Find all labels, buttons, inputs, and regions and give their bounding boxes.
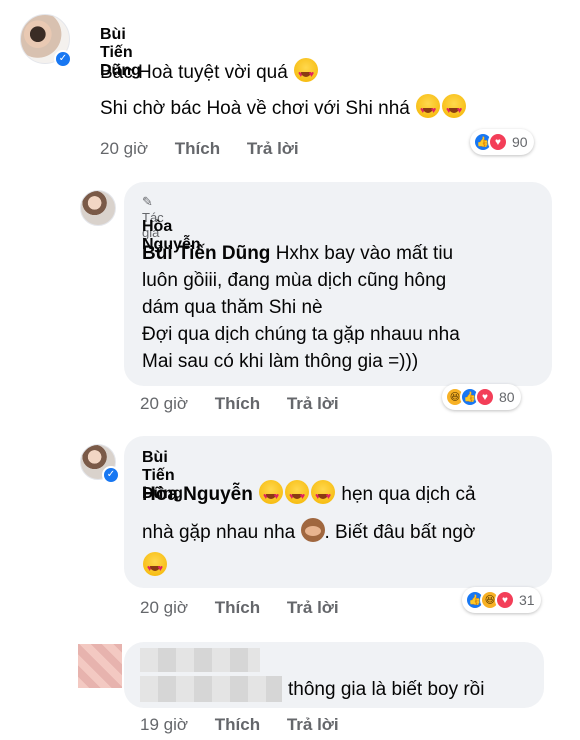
heart-eyes-emoji-icon [311,480,336,510]
like-button[interactable]: Thích [215,394,260,413]
timestamp[interactable]: 20 giờ [140,394,188,413]
comment-meta: 19 giờ Thích Trả lời [140,715,361,735]
comment-line: dám qua thăm Shi nè [142,297,323,318]
love-icon: ♥ [495,590,515,610]
comment-line: thông gia là biết boy rồi [288,679,485,700]
pencil-icon: ✎ [142,194,153,209]
comment-line: Đợi qua dịch chúng ta gặp nhauu nha [142,324,460,345]
comment-line: luôn gồiii, đang mùa dịch cũng hông [142,270,447,291]
reply-button[interactable]: Trả lời [287,394,339,413]
comment-line: Hòa Nguyễn hẹn qua dịch cả [142,480,476,510]
timestamp[interactable]: 20 giờ [100,139,148,158]
see-no-evil-monkey-icon [300,518,325,542]
comment-line: Bùi Tiến Dũng Hxhx bay vào mất tiu [142,243,454,264]
heart-eyes-emoji-icon [259,480,284,510]
verified-icon: ✓ [102,466,120,484]
love-icon: ♥ [475,387,495,407]
comment-line [142,552,168,582]
heart-eyes-emoji-icon [294,58,319,88]
comment-meta: 20 giờ Thích Trả lời [140,598,361,618]
comment-line: nhà gặp nhau nha . Biết đâu bất ngờ [142,518,475,546]
comment-line: Shi chờ bác Hoà về chơi với Shi nhá [100,94,467,124]
heart-eyes-emoji-icon [143,552,167,582]
comment-meta: 20 giờ Thích Trả lời [140,394,361,414]
reply-button[interactable]: Trả lời [287,598,339,617]
timestamp[interactable]: 19 giờ [140,715,188,734]
timestamp[interactable]: 20 giờ [140,598,188,617]
mention-link[interactable]: Hòa Nguyễn [142,484,253,505]
blurred-text [140,676,282,702]
reaction-count: 80 [499,389,515,405]
like-button[interactable]: Thích [175,139,220,158]
reaction-summary[interactable]: 👍 ♥ 90 [470,129,534,155]
avatar[interactable] [80,190,116,226]
comment-line: Bác Hoà tuyệt vời quá [100,58,319,88]
reaction-count: 31 [519,592,535,608]
mention-link[interactable]: Bùi Tiến Dũng [142,243,270,264]
comment-meta: 20 giờ Thích Trả lời [100,139,321,159]
reply-button[interactable]: Trả lời [247,139,299,158]
blurred-author-name [140,648,260,672]
heart-eyes-emoji-icon [285,480,310,510]
blurred-avatar [78,644,122,688]
comment-bubble [124,436,552,588]
heart-eyes-emoji-icon [442,94,467,124]
reaction-count: 90 [512,134,528,150]
comment-line: Mai sau có khi làm thông gia =))) [142,351,419,372]
heart-eyes-emoji-icon [416,94,441,124]
reaction-summary[interactable]: 👍 😆 ♥ 31 [462,587,541,613]
verified-icon: ✓ [54,50,72,68]
love-icon: ♥ [488,132,508,152]
reaction-summary[interactable]: 😆 👍 ♥ 80 [442,384,521,410]
like-button[interactable]: Thích [215,598,260,617]
reply-button[interactable]: Trả lời [287,715,339,734]
like-button[interactable]: Thích [215,715,260,734]
